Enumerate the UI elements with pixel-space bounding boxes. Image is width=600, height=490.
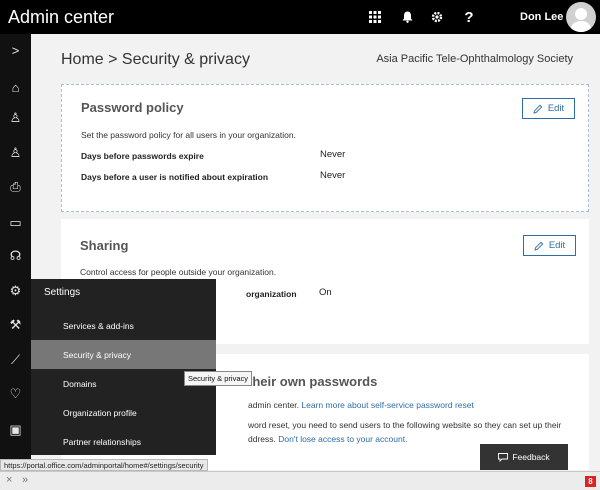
expand-icon[interactable]: » (22, 474, 28, 486)
sharing-setting-value: On (319, 287, 332, 298)
bell-icon (402, 11, 412, 23)
flyout-item-security-privacy[interactable]: Security & privacy (31, 340, 216, 369)
password-expire-label: Days before passwords expire (81, 151, 204, 161)
learn-more-link[interactable]: Learn more about self-service password r… (301, 400, 473, 410)
flyout-item-label: Security & privacy (63, 350, 132, 360)
extension-badge[interactable]: 8 (585, 476, 596, 487)
sharing-title: Sharing (80, 238, 129, 253)
nav-support[interactable]: ☊ (0, 240, 31, 272)
flyout-item-label: Services & add-ins (63, 321, 134, 331)
nav-setup[interactable]: ⚒ (0, 309, 31, 341)
pencil-icon (534, 241, 544, 251)
sharing-setting-label: organization (246, 289, 297, 299)
headset-icon: ☊ (9, 248, 22, 263)
organization-name: Asia Pacific Tele-Ophthalmology Society (376, 53, 573, 65)
password-policy-description: Set the password policy for all users in… (81, 130, 296, 140)
settings-icon: ⚙ (9, 283, 22, 298)
password-policy-card: Password policy Edit Set the password po… (61, 84, 589, 212)
wrench-icon: ⚒ (9, 317, 22, 332)
comment-icon (498, 452, 509, 462)
user-avatar-icon (570, 8, 592, 32)
status-url: https://portal.office.com/adminportal/ho… (0, 459, 208, 471)
self-service-title: their own passwords (248, 374, 378, 389)
settings-button[interactable] (422, 0, 452, 34)
self-service-line3: ddress. Don't lose access to your accoun… (248, 434, 407, 444)
billing-icon: ▭ (9, 215, 22, 230)
gear-icon (431, 11, 443, 23)
password-policy-edit-button[interactable]: Edit (522, 98, 575, 119)
settings-flyout: Settings Services & add-ins Security & p… (31, 279, 216, 455)
close-icon[interactable]: × (6, 474, 12, 486)
flyout-item-label: Domains (63, 379, 97, 389)
waffle-icon (369, 11, 381, 23)
chart-icon: ⟋ (10, 352, 21, 367)
expand-nav-button[interactable]: > (0, 34, 31, 66)
feedback-button[interactable]: Feedback (480, 444, 568, 470)
nav-health[interactable]: ♡ (0, 378, 31, 410)
nav-billing[interactable]: ▭ (0, 207, 31, 239)
sharing-edit-button[interactable]: Edit (523, 235, 576, 256)
password-notify-label: Days before a user is notified about exp… (81, 172, 269, 182)
nav-home[interactable]: ⌂ (0, 71, 31, 103)
nav-settings[interactable]: ⚙ (0, 275, 31, 307)
sharing-description: Control access for people outside your o… (80, 267, 277, 277)
password-policy-title: Password policy (81, 100, 184, 115)
self-service-line3-text: ddress. (248, 434, 276, 444)
password-notify-value: Never (320, 170, 346, 181)
nav-exchange[interactable]: ▣ (0, 414, 31, 446)
flyout-item-organization-profile[interactable]: Organization profile (31, 398, 216, 427)
flyout-item-services-addins[interactable]: Services & add-ins (31, 311, 216, 340)
edit-label: Edit (548, 240, 566, 251)
users-icon: ♙ (9, 145, 22, 160)
exchange-icon: ▣ (9, 422, 22, 437)
notifications-button[interactable] (392, 0, 422, 34)
flyout-item-label: Organization profile (63, 408, 137, 418)
settings-flyout-header[interactable]: Settings (31, 279, 216, 307)
home-icon: ⌂ (11, 79, 20, 95)
feedback-label: Feedback (512, 452, 550, 462)
self-service-line1: admin center. Learn more about self-serv… (248, 400, 474, 410)
top-bar: Admin center ? Don Lee (0, 0, 600, 34)
health-icon: ♡ (9, 386, 22, 401)
dont-lose-access-link[interactable]: Don't lose access to your account. (278, 434, 407, 444)
left-nav-rail: > ⌂ ♙ ♙ ⎙ ▭ ☊ ⚙ ⚒ ⟋ ♡ ▣ (0, 34, 31, 470)
nav-reports[interactable]: ⟋ (0, 344, 31, 376)
settings-flyout-header-label: Settings (44, 287, 81, 298)
print-icon: ⎙ (10, 179, 21, 194)
user-icon: ♙ (9, 110, 22, 125)
password-expire-value: Never (320, 149, 346, 160)
self-service-line1-text: admin center. (248, 400, 300, 410)
pencil-icon (533, 104, 543, 114)
app-title[interactable]: Admin center (8, 7, 114, 28)
self-service-line2: word reset, you need to send users to th… (248, 420, 562, 430)
nav-groups[interactable]: ♙ (0, 137, 31, 169)
breadcrumb: Home > Security & privacy (61, 51, 250, 68)
nav-users[interactable]: ♙ (0, 102, 31, 134)
user-name[interactable]: Don Lee (520, 11, 563, 23)
chevron-right-icon: > (11, 42, 20, 58)
nav-resources[interactable]: ⎙ (0, 171, 31, 203)
edit-label: Edit (547, 103, 565, 114)
browser-bottom-bar: × » 8 (0, 471, 600, 490)
flyout-item-label: Partner relationships (63, 437, 141, 447)
flyout-item-partner-relationships[interactable]: Partner relationships (31, 427, 216, 456)
help-button[interactable]: ? (454, 0, 484, 34)
tooltip: Security & privacy (184, 371, 253, 386)
app-launcher-button[interactable] (360, 0, 390, 34)
avatar[interactable] (566, 2, 596, 32)
